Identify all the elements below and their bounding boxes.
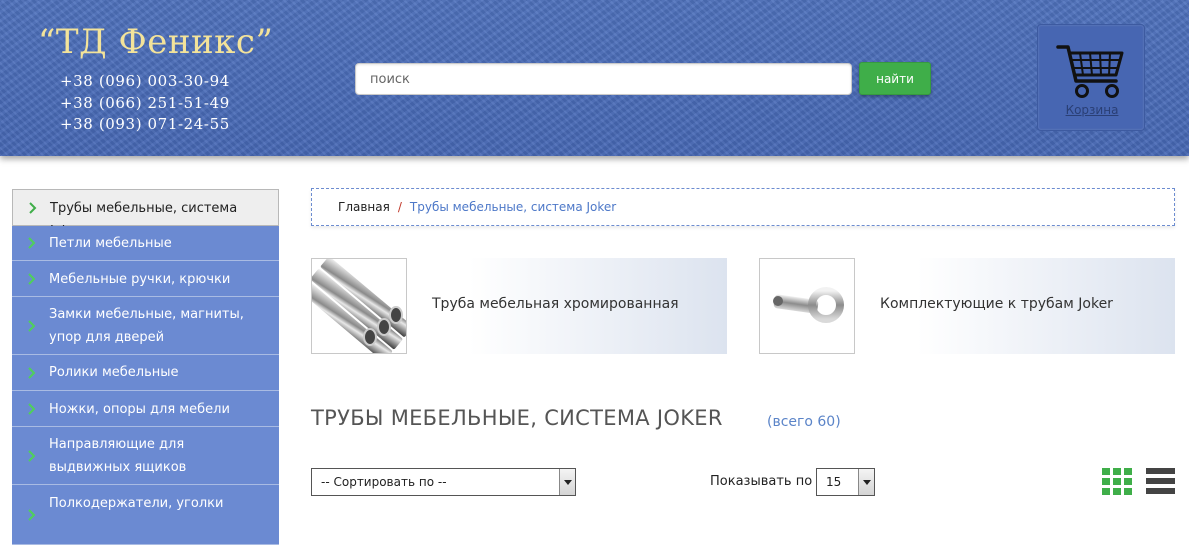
grid-view-icon [1102,468,1132,495]
sidebar-item-handles[interactable]: Мебельные ручки, крючки [12,261,279,297]
per-page-label: Показывать по [710,474,813,489]
list-view-toggle[interactable] [1146,468,1175,495]
chevron-right-icon [28,366,36,379]
category-thumbnail [300,256,413,362]
breadcrumb-current[interactable]: Трубы мебельные, система Joker [410,200,616,214]
chevron-right-icon [29,201,37,214]
sidebar-item-drawer-slides[interactable]: Направляющие для выдвижных ящиков [12,427,279,485]
dropdown-arrow-icon [559,469,575,495]
sidebar-item-rollers[interactable]: Ролики мебельные [12,355,279,391]
shopping-cart-icon [1056,45,1124,98]
chrome-pipes-image [300,256,413,362]
chevron-right-icon [28,237,36,249]
sidebar-item-label: Петли мебельные [49,236,172,251]
sidebar-item-label: Ролики мебельные [49,365,179,380]
per-page-value: 15 [826,475,842,489]
category-tile-joker-accessories[interactable]: Комплектующие к трубам Joker [759,258,1175,354]
category-tile-chrome-pipe[interactable]: Труба мебельная хромированная [300,256,727,362]
phone-number: +38 (096) 003-30-94 [60,72,230,90]
sidebar-item-hinges[interactable]: Петли мебельные [12,226,279,261]
sidebar-item-shelf-supports[interactable]: Полкодержатели, уголки [12,485,279,545]
grid-view-toggle[interactable] [1102,468,1132,495]
sidebar-item-label: Мебельные ручки, крючки [49,272,231,287]
site-logo[interactable]: “ТД Феникс” [38,22,273,62]
sidebar-item-pipes[interactable]: Трубы мебельные, система Joker [12,189,279,239]
sidebar-item-label: Направляющие для выдвижных ящиков [49,437,187,475]
breadcrumb-home-link[interactable]: Главная [338,200,390,214]
cart-link[interactable]: Корзина [1038,103,1146,117]
list-view-icon [1146,468,1175,494]
phone-list: +38 (096) 003-30-94 +38 (066) 251-51-49 … [60,71,230,136]
sort-select[interactable]: -- Сортировать по -- [311,468,576,496]
breadcrumb-separator: / [397,200,402,214]
phone-number: +38 (066) 251-51-49 [60,93,230,112]
category-thumbnail [759,258,855,354]
chevron-right-icon [28,509,36,521]
category-tile-label: Комплектующие к трубам Joker [880,296,1113,312]
sidebar-item-locks[interactable]: Замки мебельные, магниты, упор для двере… [12,297,279,355]
chevron-right-icon [28,449,36,462]
page-title: ТРУБЫ МЕБЕЛЬНЫЕ, СИСТЕМА JOKER [311,406,723,430]
sidebar-item-label: Ножки, опоры для мебели [49,402,230,417]
sidebar-item-legs[interactable]: Ножки, опоры для мебели [12,391,279,427]
sidebar-item-label: Замки мебельные, магниты, упор для двере… [49,307,244,345]
category-sidebar: Трубы мебельные, система Joker Петли меб… [12,189,279,545]
product-count: (всего 60) [767,414,841,430]
sort-select-value: -- Сортировать по -- [321,475,447,489]
search-button[interactable]: найти [859,62,931,95]
search-input[interactable] [355,63,852,95]
sidebar-item-label: Полкодержатели, уголки [49,496,224,511]
dropdown-arrow-icon [858,469,874,495]
chevron-right-icon [28,319,36,332]
pipe-connector-image [773,287,844,323]
breadcrumb: Главная / Трубы мебельные, система Joker [311,188,1175,226]
chevron-right-icon [28,272,36,285]
cart-button[interactable]: Корзина [1037,24,1145,131]
chevron-right-icon [28,402,36,415]
site-header: “ТД Феникс” +38 (096) 003-30-94 +38 (066… [0,0,1189,156]
category-tile-label: Труба мебельная хромированная [432,296,679,312]
per-page-select[interactable]: 15 [816,468,875,496]
phone-number: +38 (093) 071-24-55 [60,115,230,133]
